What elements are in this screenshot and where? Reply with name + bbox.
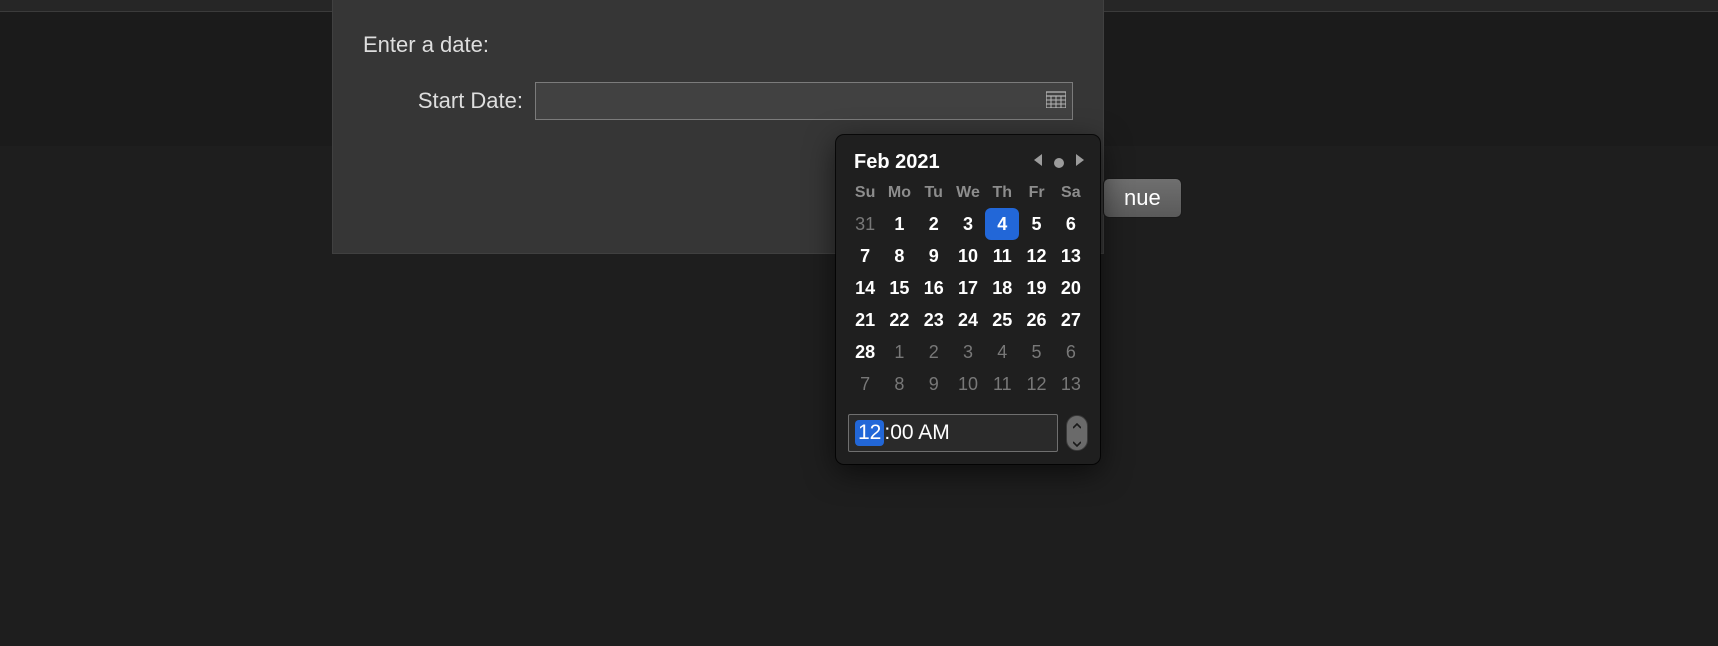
- prev-month-button[interactable]: [1032, 153, 1044, 172]
- chevron-right-icon: [1074, 153, 1086, 172]
- dow-header: Tu: [917, 184, 951, 208]
- calendar-day[interactable]: 28: [848, 336, 882, 368]
- calendar-day[interactable]: 7: [848, 240, 882, 272]
- calendar-day[interactable]: 9: [917, 368, 951, 400]
- time-rest-segment[interactable]: :00 AM: [884, 421, 949, 445]
- month-nav-controls: [1032, 153, 1086, 172]
- calendar-day[interactable]: 15: [882, 272, 916, 304]
- dow-header: Th: [985, 184, 1019, 208]
- month-title: Feb 2021: [854, 151, 940, 174]
- calendar-day[interactable]: 17: [951, 272, 985, 304]
- calendar-day[interactable]: 6: [1054, 208, 1088, 240]
- calendar-day[interactable]: 6: [1054, 336, 1088, 368]
- calendar-open-button[interactable]: [1043, 88, 1069, 114]
- time-hour-segment[interactable]: 12: [855, 420, 884, 446]
- today-button[interactable]: [1054, 158, 1064, 168]
- calendar-day[interactable]: 4: [985, 336, 1019, 368]
- calendar-day[interactable]: 5: [1019, 208, 1053, 240]
- calendar-grid: SuMoTuWeThFrSa31123456789101112131415161…: [848, 184, 1088, 400]
- calendar-day[interactable]: 20: [1054, 272, 1088, 304]
- dow-header: Fr: [1019, 184, 1053, 208]
- dow-header: We: [951, 184, 985, 208]
- dow-header: Mo: [882, 184, 916, 208]
- calendar-day[interactable]: 22: [882, 304, 916, 336]
- calendar-day[interactable]: 21: [848, 304, 882, 336]
- start-date-label: Start Date:: [363, 88, 523, 114]
- continue-button[interactable]: nue: [1103, 178, 1182, 218]
- month-header: Feb 2021: [848, 147, 1088, 184]
- time-input[interactable]: 12:00 AM: [848, 414, 1058, 452]
- calendar-day[interactable]: 26: [1019, 304, 1053, 336]
- time-row: 12:00 AM: [848, 414, 1088, 452]
- calendar-day[interactable]: 8: [882, 240, 916, 272]
- start-date-input-container: [535, 82, 1073, 120]
- calendar-day[interactable]: 3: [951, 208, 985, 240]
- chevron-left-icon: [1032, 153, 1044, 172]
- start-date-row: Start Date:: [363, 82, 1073, 120]
- chevron-up-icon: [1073, 416, 1081, 434]
- start-date-input[interactable]: [535, 82, 1073, 120]
- calendar-day[interactable]: 18: [985, 272, 1019, 304]
- calendar-day[interactable]: 19: [1019, 272, 1053, 304]
- calendar-day[interactable]: 4: [985, 208, 1019, 240]
- calendar-day[interactable]: 12: [1019, 240, 1053, 272]
- calendar-day[interactable]: 25: [985, 304, 1019, 336]
- calendar-day[interactable]: 11: [985, 368, 1019, 400]
- calendar-day[interactable]: 31: [848, 208, 882, 240]
- calendar-day[interactable]: 1: [882, 336, 916, 368]
- dialog-prompt: Enter a date:: [363, 32, 1073, 58]
- calendar-day[interactable]: 8: [882, 368, 916, 400]
- calendar-day[interactable]: 13: [1054, 240, 1088, 272]
- calendar-day[interactable]: 1: [882, 208, 916, 240]
- time-stepper: [1066, 415, 1088, 451]
- calendar-day[interactable]: 24: [951, 304, 985, 336]
- calendar-day[interactable]: 16: [917, 272, 951, 304]
- calendar-day[interactable]: 7: [848, 368, 882, 400]
- calendar-icon: [1046, 90, 1066, 113]
- calendar-day[interactable]: 3: [951, 336, 985, 368]
- calendar-day[interactable]: 10: [951, 368, 985, 400]
- calendar-day[interactable]: 2: [917, 208, 951, 240]
- time-step-up-button[interactable]: [1067, 416, 1087, 434]
- calendar-day[interactable]: 13: [1054, 368, 1088, 400]
- calendar-day[interactable]: 5: [1019, 336, 1053, 368]
- calendar-day[interactable]: 12: [1019, 368, 1053, 400]
- calendar-day[interactable]: 10: [951, 240, 985, 272]
- calendar-day[interactable]: 9: [917, 240, 951, 272]
- next-month-button[interactable]: [1074, 153, 1086, 172]
- calendar-day[interactable]: 27: [1054, 304, 1088, 336]
- calendar-day[interactable]: 2: [917, 336, 951, 368]
- calendar-day[interactable]: 14: [848, 272, 882, 304]
- calendar-day[interactable]: 23: [917, 304, 951, 336]
- dow-header: Su: [848, 184, 882, 208]
- time-step-down-button[interactable]: [1067, 434, 1087, 451]
- datepicker-popover: Feb 2021 SuMoTuWeThFrSa31123456789101112…: [836, 135, 1100, 464]
- chevron-down-icon: [1073, 434, 1081, 451]
- calendar-day[interactable]: 11: [985, 240, 1019, 272]
- dow-header: Sa: [1054, 184, 1088, 208]
